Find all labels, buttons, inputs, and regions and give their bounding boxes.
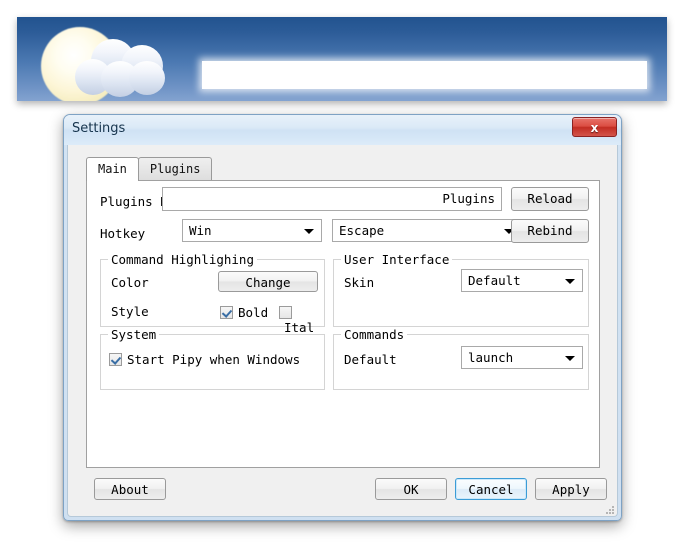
sun-cloud-icon xyxy=(25,19,185,101)
bold-checkbox[interactable]: Bold xyxy=(220,302,268,321)
close-icon[interactable]: x xyxy=(572,117,617,137)
group-system-legend: System xyxy=(108,327,159,342)
launcher-bar xyxy=(17,17,667,101)
hotkey-label: Hotkey xyxy=(100,226,145,241)
group-command-highlighting: Command Highlighing Color Change Style B… xyxy=(100,259,325,327)
group-user-interface-legend: User Interface xyxy=(341,252,452,267)
hotkey-key-select[interactable]: Escape xyxy=(332,219,522,242)
tab-panel-main: Plugins Directory Plugins Reload Hotkey … xyxy=(86,180,600,468)
about-button[interactable]: About xyxy=(94,478,166,500)
group-commands: Commands Default launch xyxy=(333,334,589,390)
rebind-button[interactable]: Rebind xyxy=(511,219,589,243)
skin-value: Default xyxy=(468,273,521,288)
start-with-windows-label: Start Pipy when Windows xyxy=(127,352,300,367)
style-label: Style xyxy=(111,304,149,319)
italic-checkbox-label: Ital xyxy=(284,320,314,335)
bold-checkbox-label: Bold xyxy=(238,305,268,320)
title-bar[interactable]: Settings x xyxy=(64,115,621,145)
tab-main[interactable]: Main xyxy=(86,157,139,181)
skin-select[interactable]: Default xyxy=(461,269,583,292)
dialog-client-area: MainPlugins Plugins Directory Plugins Re… xyxy=(67,145,618,517)
skin-label: Skin xyxy=(344,275,374,290)
checkmark-icon[interactable] xyxy=(220,306,233,319)
group-command-highlighting-legend: Command Highlighing xyxy=(108,252,257,267)
tab-plugins[interactable]: Plugins xyxy=(138,157,213,180)
hotkey-modifier-value: Win xyxy=(189,223,212,238)
ok-button[interactable]: OK xyxy=(375,478,447,500)
change-color-button[interactable]: Change xyxy=(218,271,318,292)
chevron-down-icon xyxy=(304,229,314,234)
checkmark-icon[interactable] xyxy=(109,353,122,366)
hotkey-key-value: Escape xyxy=(339,223,384,238)
group-commands-legend: Commands xyxy=(341,327,407,342)
start-with-windows-checkbox[interactable]: Start Pipy when Windows xyxy=(109,349,300,368)
default-command-label: Default xyxy=(344,352,397,367)
window-title: Settings xyxy=(72,121,125,136)
checkbox-icon[interactable] xyxy=(279,306,292,319)
default-command-select[interactable]: launch xyxy=(461,346,583,369)
plugins-directory-input[interactable]: Plugins xyxy=(162,187,502,211)
resize-grip[interactable] xyxy=(604,504,614,514)
launcher-search-input[interactable] xyxy=(202,61,647,89)
chevron-down-icon xyxy=(565,356,575,361)
cloud-puff xyxy=(129,61,165,95)
tab-strip: MainPlugins xyxy=(86,157,212,181)
apply-button[interactable]: Apply xyxy=(535,478,607,500)
settings-dialog: Settings x MainPlugins Plugins Directory… xyxy=(63,114,622,521)
chevron-down-icon xyxy=(565,279,575,284)
group-system: System Start Pipy when Windows xyxy=(100,334,325,390)
reload-button[interactable]: Reload xyxy=(511,187,589,211)
color-label: Color xyxy=(111,275,149,290)
default-command-value: launch xyxy=(468,350,513,365)
hotkey-modifier-select[interactable]: Win xyxy=(182,219,322,242)
group-user-interface: User Interface Skin Default xyxy=(333,259,589,327)
cancel-button[interactable]: Cancel xyxy=(455,478,527,500)
